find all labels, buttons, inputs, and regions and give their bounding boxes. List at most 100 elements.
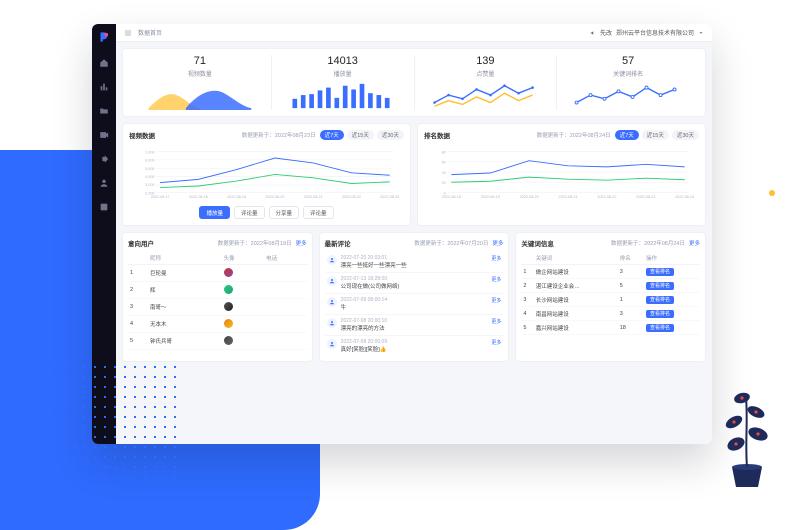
comment-more-link[interactable]: 更多 bbox=[491, 318, 501, 332]
svg-text:2022-08-19: 2022-08-19 bbox=[227, 195, 246, 199]
range-tabs: 近7天 近15天 近30天 bbox=[320, 130, 404, 140]
action-comment2[interactable]: 评论量 bbox=[303, 206, 334, 219]
view-rank-button[interactable]: 查看排名 bbox=[646, 310, 674, 318]
view-rank-button[interactable]: 查看排名 bbox=[646, 324, 674, 332]
table-row[interactable]: 1巨轮曼 bbox=[128, 265, 307, 282]
svg-text:2022-08-22: 2022-08-22 bbox=[597, 195, 616, 199]
more-link[interactable]: 更多 bbox=[492, 239, 503, 247]
svg-text:2022-08-23: 2022-08-23 bbox=[636, 195, 655, 199]
table-row[interactable]: 4南昌网站建设3查看排名 bbox=[521, 307, 700, 321]
table-row[interactable]: 5嘉兴网站建设18查看排名 bbox=[521, 321, 700, 335]
card-title: 关键词信息 bbox=[521, 238, 554, 248]
comment-more-link[interactable]: 更多 bbox=[491, 255, 501, 269]
rank-chart-card: 排名数据 数据更新于：2022年08月24日 近7天 近15天 近30天 bbox=[417, 123, 706, 226]
comment-more-link[interactable]: 更多 bbox=[491, 339, 501, 353]
card-title: 最新评论 bbox=[325, 238, 351, 248]
breadcrumb: 数据首页 bbox=[138, 28, 162, 37]
stat-label: 点赞量 bbox=[476, 69, 494, 78]
stat-value: 139 bbox=[476, 55, 494, 67]
view-rank-button[interactable]: 查看排名 bbox=[646, 296, 674, 304]
svg-text:5,000: 5,000 bbox=[145, 167, 154, 171]
topbar: 数据首页 先改 郑州云平台信息技术有限公司 bbox=[116, 24, 712, 42]
table-row[interactable]: 4无本木 bbox=[128, 316, 307, 333]
svg-text:7,000: 7,000 bbox=[145, 150, 154, 154]
updated-text: 数据更新于：2022年08月24日 bbox=[611, 239, 685, 247]
nav-settings-icon[interactable] bbox=[99, 202, 109, 212]
table-row[interactable]: 2辉 bbox=[128, 282, 307, 299]
rank-line-chart: 806040200 2022-08-182022-08-192022-08-20… bbox=[424, 144, 699, 200]
action-share[interactable]: 分享量 bbox=[269, 206, 300, 219]
app-logo bbox=[97, 30, 111, 44]
nav-user-icon[interactable] bbox=[99, 178, 109, 188]
stat-label: 播放量 bbox=[334, 69, 352, 78]
fans-card: 意向用户 数据更新于：2022年08月18日 更多 昵称 头像 电话 bbox=[122, 232, 313, 362]
stat-keywords: 57 关键词排名 bbox=[557, 55, 699, 110]
action-play[interactable]: 播放量 bbox=[199, 206, 230, 219]
comment-more-link[interactable]: 更多 bbox=[491, 297, 501, 311]
stat-videos: 71 视频数量 bbox=[129, 55, 272, 110]
comment-row[interactable]: 2022-07-13 18:28:00公司现在做(公司做网络)更多 bbox=[325, 273, 504, 294]
comment-row[interactable]: 2022-07-08 20:00:10漂亮的漂亮的方法更多 bbox=[325, 315, 504, 336]
user-icon bbox=[327, 276, 337, 286]
range-15d[interactable]: 近15天 bbox=[347, 130, 374, 140]
stat-label: 视频数量 bbox=[188, 69, 212, 78]
user-icon bbox=[327, 297, 337, 307]
user-icon bbox=[327, 318, 337, 328]
comment-row[interactable]: 2022-07-08 20:00:09真好[笑脸][笑脸]👍更多 bbox=[325, 336, 504, 356]
svg-text:2022-08-18: 2022-08-18 bbox=[442, 195, 461, 199]
stat-value: 57 bbox=[622, 55, 634, 67]
range-7d[interactable]: 近7天 bbox=[615, 130, 639, 140]
updated-text: 数据更新于：2022年08月18日 bbox=[218, 239, 292, 247]
table-row[interactable]: 3南哥～ bbox=[128, 299, 307, 316]
svg-text:2022-08-21: 2022-08-21 bbox=[559, 195, 578, 199]
nav-stats-icon[interactable] bbox=[99, 82, 109, 92]
comment-row[interactable]: 2022-07-09 08:00:14牛更多 bbox=[325, 294, 504, 315]
view-rank-button[interactable]: 查看排名 bbox=[646, 282, 674, 290]
range-7d[interactable]: 近7天 bbox=[320, 130, 344, 140]
user-icon bbox=[327, 255, 337, 265]
table-row[interactable]: 2湛江建设企业会…5查看排名 bbox=[521, 279, 700, 293]
svg-text:6,000: 6,000 bbox=[145, 159, 154, 163]
svg-text:2022-08-18: 2022-08-18 bbox=[189, 195, 208, 199]
table-row[interactable]: 3长沙网站建设1查看排名 bbox=[521, 293, 700, 307]
table-row[interactable]: 1做企网站建设3查看排名 bbox=[521, 265, 700, 279]
company-name[interactable]: 郑州云平台信息技术有限公司 bbox=[616, 28, 694, 37]
spark-bars bbox=[272, 82, 414, 110]
more-link[interactable]: 更多 bbox=[689, 239, 700, 247]
dashboard-window: 数据首页 先改 郑州云平台信息技术有限公司 71 视频数量 bbox=[92, 24, 712, 444]
nav-share-icon[interactable] bbox=[99, 154, 109, 164]
action-comment[interactable]: 评论量 bbox=[234, 206, 265, 219]
svg-text:2022-08-21: 2022-08-21 bbox=[304, 195, 323, 199]
comment-more-link[interactable]: 更多 bbox=[491, 276, 501, 290]
chevron-down-icon[interactable] bbox=[698, 30, 704, 36]
video-line-chart: 7,0006,0005,0004,0003,0002,000 2022-08-1… bbox=[129, 144, 404, 200]
menu-icon[interactable] bbox=[124, 29, 132, 37]
svg-text:2022-08-22: 2022-08-22 bbox=[342, 195, 361, 199]
svg-text:2022-08-19: 2022-08-19 bbox=[481, 195, 500, 199]
comment-row[interactable]: 2022-07-20 20:03:01漂亮一些挺好一些漂亮一些更多 bbox=[325, 252, 504, 273]
notice-label: 先改 bbox=[600, 28, 612, 37]
nav-folder-icon[interactable] bbox=[99, 106, 109, 116]
range-30d[interactable]: 近30天 bbox=[377, 130, 404, 140]
svg-text:2022-08-23: 2022-08-23 bbox=[380, 195, 399, 199]
stat-likes: 139 点赞量 bbox=[415, 55, 558, 110]
avatar bbox=[224, 302, 233, 311]
range-15d[interactable]: 近15天 bbox=[642, 130, 669, 140]
more-link[interactable]: 更多 bbox=[296, 239, 307, 247]
svg-text:2022-08-20: 2022-08-20 bbox=[265, 195, 284, 199]
svg-text:4,000: 4,000 bbox=[145, 175, 154, 179]
nav-video-icon[interactable] bbox=[99, 130, 109, 140]
view-rank-button[interactable]: 查看排名 bbox=[646, 268, 674, 276]
fans-table: 昵称 头像 电话 1巨轮曼2辉3南哥～4无本木5钟氏兵哥 bbox=[128, 252, 307, 350]
nav-home-icon[interactable] bbox=[99, 58, 109, 68]
range-30d[interactable]: 近30天 bbox=[672, 130, 699, 140]
keywords-card: 关键词信息 数据更新于：2022年08月24日 更多 关键词 排名 操作 bbox=[515, 232, 706, 362]
stat-value: 14013 bbox=[327, 55, 358, 67]
svg-text:2022-08-17: 2022-08-17 bbox=[151, 195, 170, 199]
svg-text:60: 60 bbox=[442, 161, 446, 165]
stat-plays: 14013 播放量 bbox=[272, 55, 415, 110]
table-row[interactable]: 5钟氏兵哥 bbox=[128, 333, 307, 350]
svg-text:2022-08-20: 2022-08-20 bbox=[520, 195, 539, 199]
keywords-table: 关键词 排名 操作 1做企网站建设3查看排名2湛江建设企业会…5查看排名3长沙网… bbox=[521, 252, 700, 335]
comments-card: 最新评论 数据更新于：2022年07月20日 更多 2022-07-20 20:… bbox=[319, 232, 510, 362]
